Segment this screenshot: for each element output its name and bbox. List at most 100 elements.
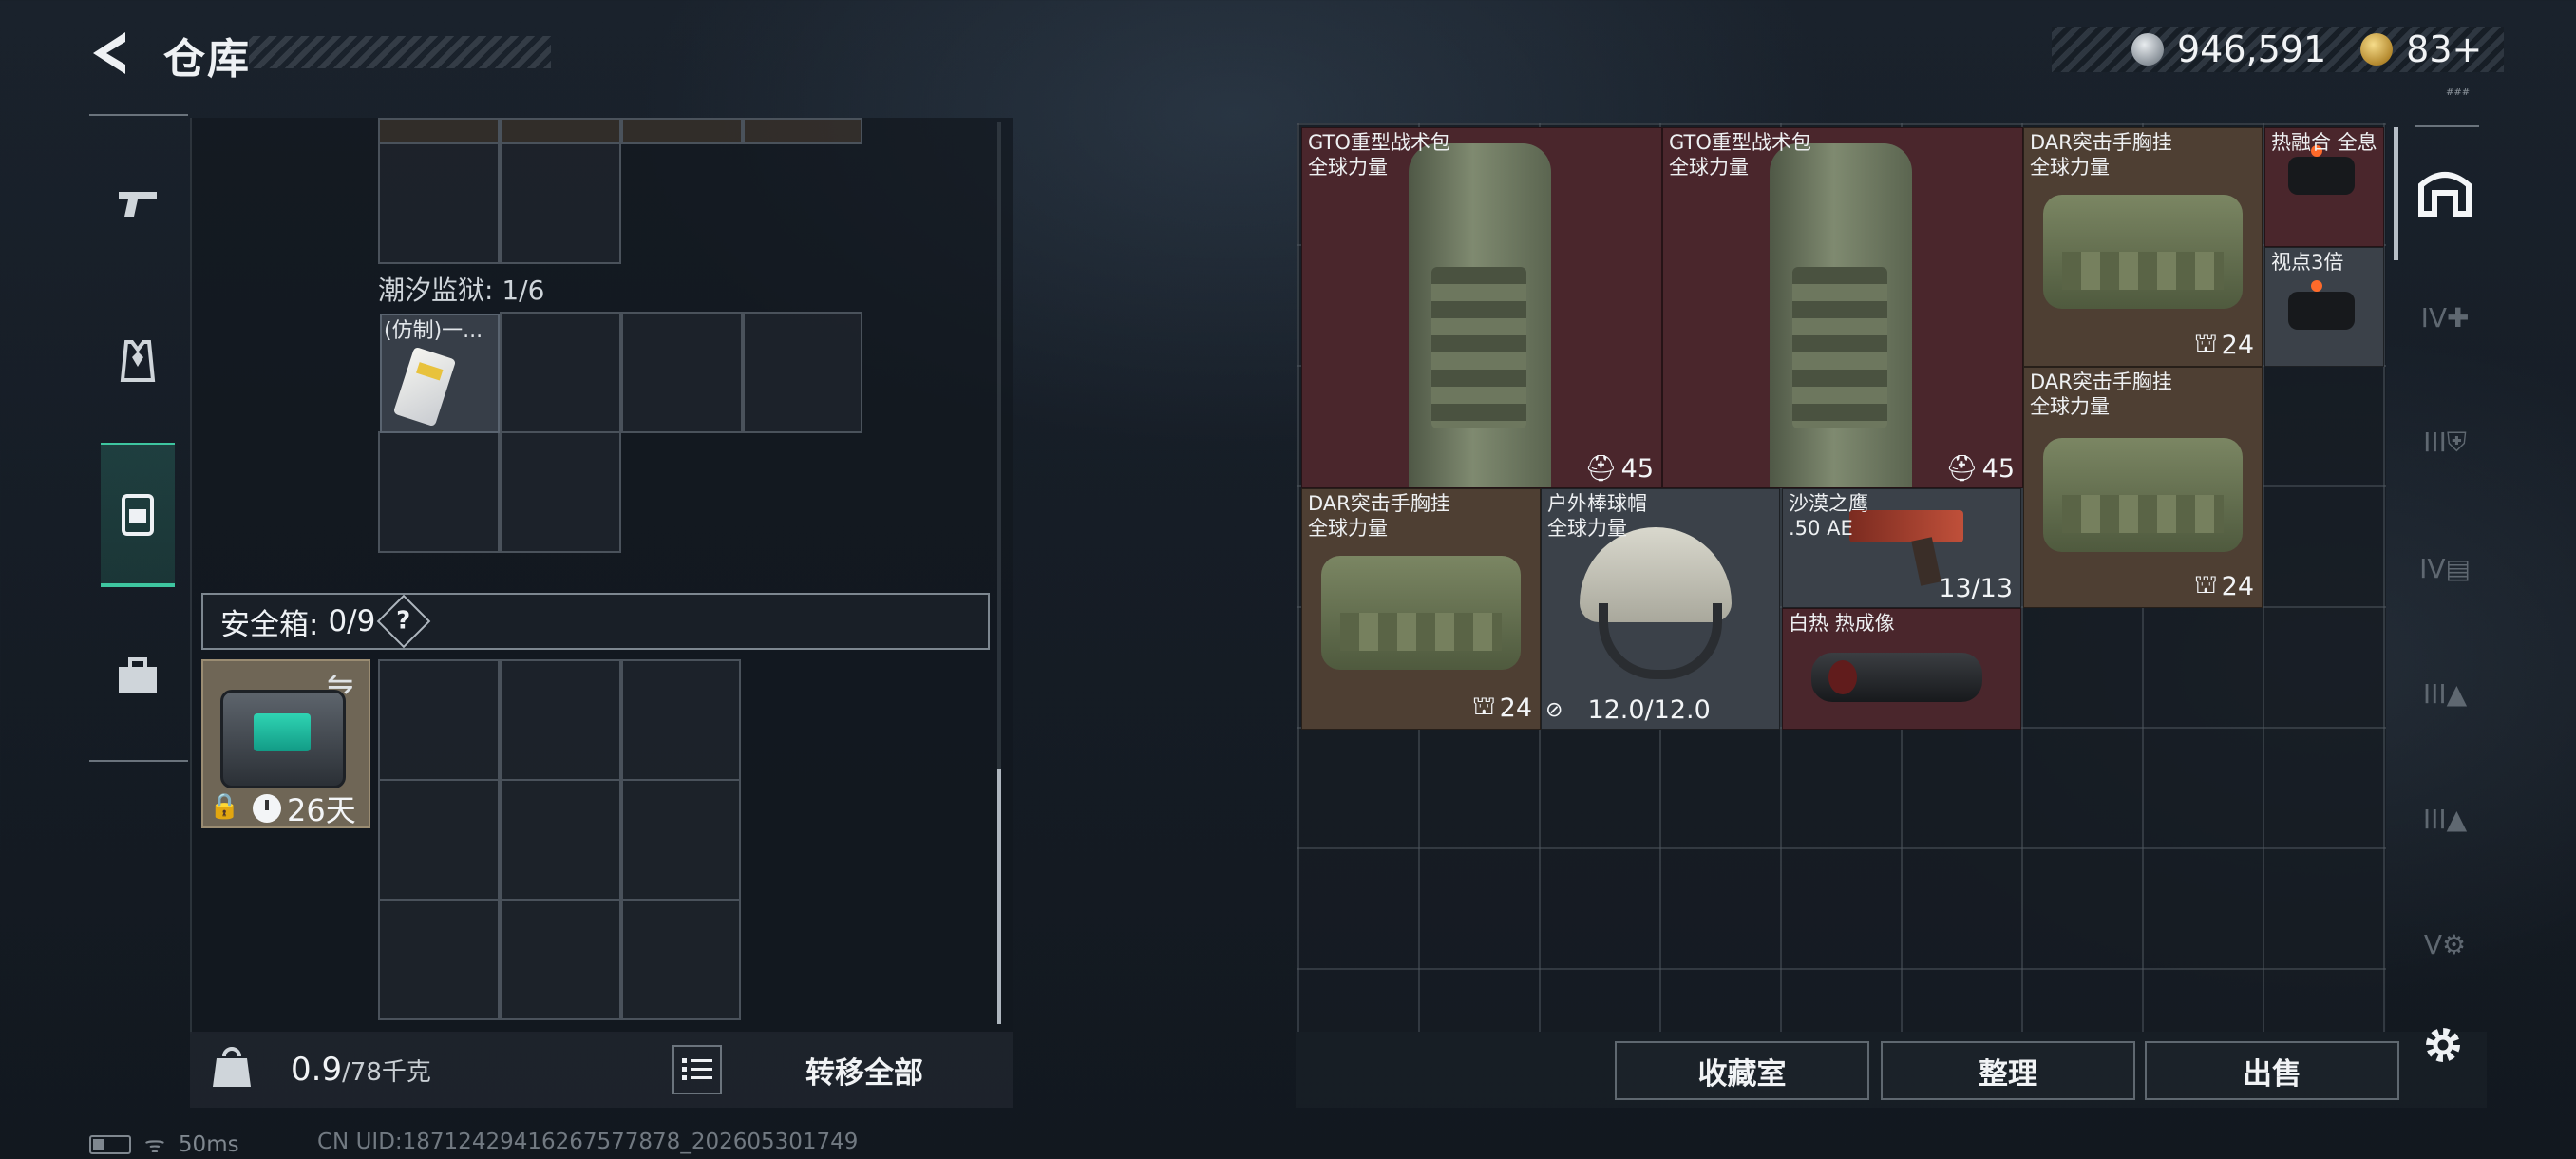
warehouse-item-dar-2[interactable]: DAR突击手胸挂 全球力量 ⛫ 24 <box>2023 367 2263 608</box>
tab-helmet-iii[interactable]: III▲ <box>2415 663 2475 724</box>
title-stripe <box>249 36 551 68</box>
warehouse-item-3x-scope[interactable]: 视点3倍 <box>2264 247 2384 367</box>
safe-timer: 26天 <box>253 787 356 830</box>
sell-button[interactable]: 出售 <box>2145 1041 2399 1100</box>
settings-gear-icon[interactable] <box>2420 1022 2466 1068</box>
backpack-v-icon: V⚙ <box>2423 928 2467 960</box>
scope-image <box>2288 280 2355 330</box>
tab-weapons[interactable] <box>101 131 175 276</box>
tab-backpack-v[interactable]: V⚙ <box>2415 914 2475 975</box>
grid-cell[interactable] <box>500 431 621 553</box>
grid-cell[interactable] <box>378 431 500 553</box>
tab-plate-iii[interactable]: III▲ <box>2415 788 2475 849</box>
headset-image <box>1599 603 1722 679</box>
tab-armor-iii[interactable]: III⛨ <box>2415 412 2475 473</box>
ping-value: 50ms <box>178 1131 239 1157</box>
briefcase-icon <box>119 657 157 694</box>
grid-cell[interactable] <box>621 312 743 433</box>
tab-case[interactable] <box>101 604 175 749</box>
list-view-button[interactable] <box>672 1045 722 1094</box>
tab-backpack[interactable] <box>101 443 175 587</box>
collection-button[interactable]: 收藏室 <box>1615 1041 1869 1100</box>
grid-cell[interactable] <box>500 659 621 781</box>
thermal-scope-image <box>1811 653 1982 702</box>
helmet-icon: III▲ <box>2422 677 2468 710</box>
uid-text: CN UID:18712429416267577878_202605301749 <box>317 1130 859 1154</box>
rail-divider <box>2415 125 2479 127</box>
rail-divider <box>89 760 188 762</box>
plate-icon: III▲ <box>2422 803 2468 835</box>
tab-warehouse-all[interactable] <box>2415 162 2475 222</box>
safe-count: 0/9 <box>328 604 376 638</box>
grid-cell[interactable] <box>621 779 741 901</box>
grid-cell[interactable] <box>500 899 621 1020</box>
gold-amount[interactable]: 83+ <box>2406 28 2482 70</box>
chest-rig-image <box>1321 556 1521 670</box>
wifi-icon: ᯤ <box>144 1131 165 1158</box>
grid-cell[interactable] <box>621 899 741 1020</box>
mini-label: ### <box>2446 87 2471 98</box>
grid-cell[interactable] <box>378 142 500 264</box>
warehouse-item-dar-1[interactable]: DAR突击手胸挂 全球力量 ⛫ 24 <box>2023 127 2263 367</box>
safe-label: 安全箱: <box>220 607 319 642</box>
scrollbar-thumb[interactable] <box>997 770 1001 1024</box>
warehouse-item-thermal-scope[interactable]: 白热 热成像 <box>1782 608 2021 730</box>
warehouse-item-dar-3[interactable]: DAR突击手胸挂 全球力量 ⛫ 24 <box>1301 488 1541 730</box>
swap-icon[interactable]: ⇋ <box>327 665 354 703</box>
lock-icon: 🔒 <box>209 792 240 821</box>
back-arrow-icon[interactable] <box>87 28 131 78</box>
gold-coin-icon <box>2360 33 2394 66</box>
slots-icon: ⛫ <box>1471 692 1496 721</box>
armor-icon: III⛨ <box>2423 427 2467 458</box>
safe-box-icon <box>220 690 346 788</box>
chest-rig-image <box>2043 438 2243 552</box>
organize-button[interactable]: 整理 <box>1881 1041 2135 1100</box>
warehouse-item-holo-sight[interactable]: 热融合 全息 <box>2264 127 2384 247</box>
currency-bar: 946,591 83+ <box>2052 27 2504 72</box>
list-icon <box>682 1058 712 1080</box>
capacity-icon: ⛑ <box>1945 454 1979 484</box>
grid-cell[interactable] <box>621 659 741 781</box>
capacity-icon: ⛑ <box>1584 454 1618 484</box>
backpack-icon <box>122 494 154 536</box>
weight-value: 0.9/78千克 <box>291 1051 431 1089</box>
vest-icon <box>120 340 156 382</box>
chest-rig-image <box>2043 195 2243 309</box>
slots-icon: ⛫ <box>2193 329 2218 358</box>
transfer-all-button[interactable]: 转移全部 <box>731 1039 997 1100</box>
safe-box-bar: 安全箱: 0/9 ? <box>201 593 990 650</box>
rail-divider <box>89 114 188 116</box>
grid-cell[interactable] <box>621 118 743 144</box>
tab-armor[interactable] <box>101 289 175 433</box>
help-icon[interactable]: ? <box>377 594 431 649</box>
warehouse-item-desert-eagle[interactable]: 沙漠之鹰 .50 AE 13/13 <box>1782 488 2021 608</box>
tab-folder-iv[interactable]: IV▤ <box>2415 538 2475 598</box>
sight-image <box>2288 145 2355 195</box>
grid-cell[interactable] <box>743 312 862 433</box>
grid-cell[interactable] <box>743 118 862 144</box>
slots-icon: ⛫ <box>2193 570 2218 599</box>
grid-cell[interactable] <box>500 312 621 433</box>
tab-medical[interactable]: IV✚ <box>2415 287 2475 348</box>
weight-icon <box>213 1047 251 1087</box>
grid-cell[interactable] <box>378 118 500 144</box>
item-name: (仿制)一... <box>384 319 483 343</box>
grid-cell[interactable] <box>378 779 500 901</box>
warehouse-item-gto-1[interactable]: GTO重型战术包 全球力量 ⛑ 45 <box>1301 127 1662 488</box>
warehouse-item-gto-2[interactable]: GTO重型战术包 全球力量 ⛑ 45 <box>1662 127 2023 488</box>
grid-cell[interactable] <box>500 118 621 144</box>
grid-cell[interactable] <box>378 899 500 1020</box>
clock-icon <box>253 794 281 823</box>
battery-icon <box>89 1134 131 1154</box>
durability-icon: ⊘ <box>1545 698 1563 722</box>
grid-cell[interactable] <box>378 659 500 781</box>
warehouse-item-cap[interactable]: 户外棒球帽 全球力量 ⊘ 12.0/12.0 <box>1541 488 1780 730</box>
backpack-image <box>1409 143 1551 487</box>
grid-cell[interactable] <box>500 779 621 901</box>
page-title: 仓库 <box>163 35 251 84</box>
silver-coin-icon <box>2131 33 2164 66</box>
gun-icon <box>119 192 157 217</box>
warehouse-scrollbar[interactable] <box>2394 127 2398 260</box>
grid-cell[interactable] <box>500 142 621 264</box>
section-label: 潮汐监狱: 1/6 <box>378 275 545 306</box>
